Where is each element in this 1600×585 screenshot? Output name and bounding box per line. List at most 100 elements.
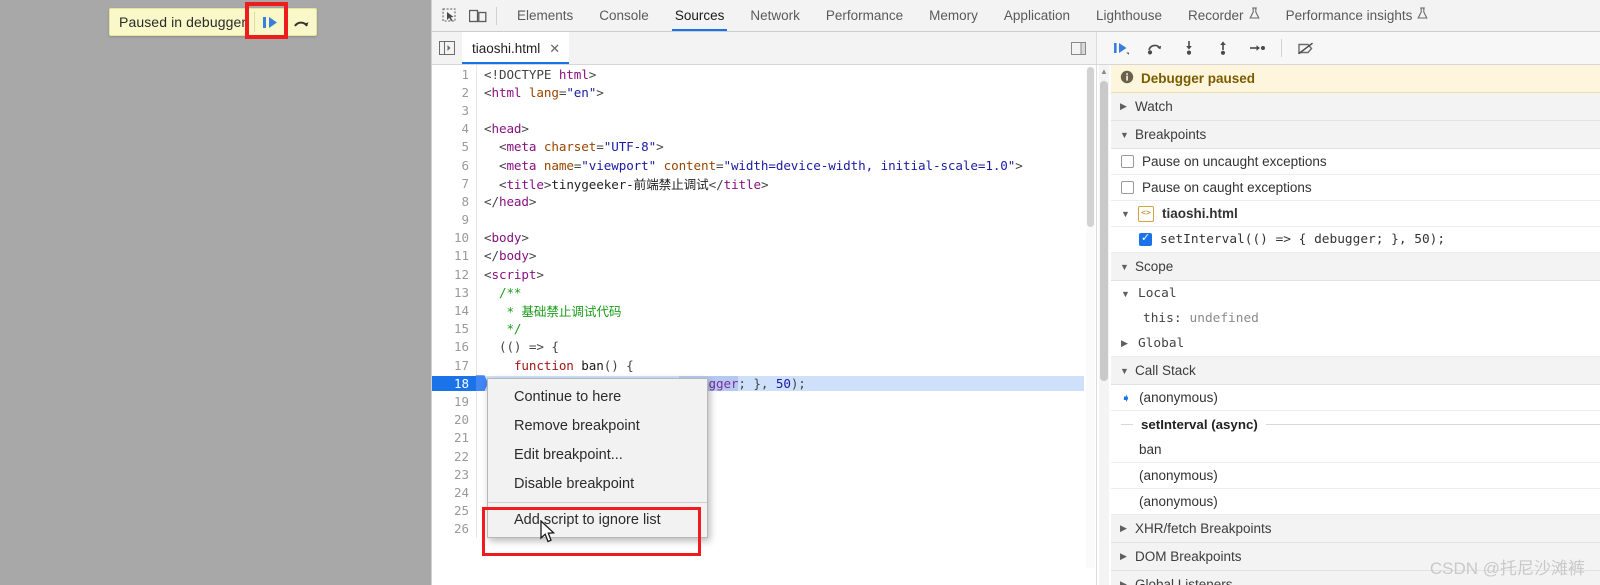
line-number[interactable]: 26 <box>432 521 476 536</box>
editor-scrollbar[interactable] <box>1086 67 1095 569</box>
pause-uncaught-checkbox[interactable] <box>1121 155 1134 168</box>
show-debugger-sidebar-icon[interactable] <box>1066 36 1090 60</box>
context-menu-item-remove-breakpoint[interactable]: Remove breakpoint <box>488 412 707 441</box>
code-line[interactable]: 4 <head> <box>432 119 1084 138</box>
tab-lighthouse[interactable]: Lighthouse <box>1083 0 1175 31</box>
code-line[interactable]: 17 function ban() { <box>432 356 1084 375</box>
section-scope[interactable]: ▼ Scope <box>1111 253 1600 281</box>
experimental-flask-icon <box>1417 0 1429 31</box>
tab-console[interactable]: Console <box>586 0 662 31</box>
tab-network[interactable]: Network <box>737 0 813 31</box>
line-number[interactable]: 2 <box>432 85 476 100</box>
file-tab-tiaoshi-html[interactable]: tiaoshi.html ✕ <box>462 32 570 64</box>
line-number[interactable]: 10 <box>432 230 476 245</box>
line-number[interactable]: 9 <box>432 212 476 227</box>
line-number[interactable]: 3 <box>432 103 476 118</box>
line-number[interactable]: 14 <box>432 303 476 318</box>
code-line[interactable]: 8 </head> <box>432 192 1084 211</box>
line-number[interactable]: 19 <box>432 394 476 409</box>
pause-on-caught-exceptions-row[interactable]: Pause on caught exceptions <box>1111 175 1600 201</box>
line-number[interactable]: 8 <box>432 194 476 209</box>
line-number[interactable]: 5 <box>432 139 476 154</box>
breakpoint-file-row[interactable]: ▼ <> tiaoshi.html <box>1111 201 1600 227</box>
editor-context-menu[interactable]: Continue to here Remove breakpoint Edit br… <box>487 378 708 538</box>
tab-sources[interactable]: Sources <box>662 0 738 31</box>
section-call-stack[interactable]: ▼ Call Stack <box>1111 357 1600 385</box>
call-stack-frame[interactable]: ➧ (anonymous) <box>1111 385 1600 411</box>
code-line[interactable]: 6 <meta name="viewport" content="width=d… <box>432 155 1084 175</box>
line-number[interactable]: 25 <box>432 503 476 518</box>
code-line[interactable]: 5 <meta charset="UTF-8"> <box>432 137 1084 156</box>
code-line[interactable]: 1 <!DOCTYPE html> <box>432 65 1084 84</box>
line-number[interactable]: 22 <box>432 449 476 464</box>
tab-elements[interactable]: Elements <box>504 0 586 31</box>
context-menu-item-disable-breakpoint[interactable]: Disable breakpoint <box>488 470 707 499</box>
code-line[interactable]: 14 * 基础禁止调试代码 <box>432 301 1084 320</box>
deactivate-breakpoints-button[interactable] <box>1292 35 1320 61</box>
pause-caught-checkbox[interactable] <box>1121 181 1134 194</box>
code-line[interactable]: 16 (() => { <box>432 337 1084 356</box>
line-number[interactable]: 13 <box>432 285 476 300</box>
tab-performance[interactable]: Performance <box>813 0 916 31</box>
code-line[interactable]: 3 <box>432 101 1084 120</box>
step-out-of-current-function-button[interactable] <box>1209 35 1237 61</box>
line-number[interactable]: 6 <box>432 158 476 173</box>
tab-recorder[interactable]: Recorder <box>1175 0 1273 31</box>
step-into-next-function-call-button[interactable] <box>1175 35 1203 61</box>
breakpoint-entry-row[interactable]: setInterval(() => { debugger; }, 50); <box>1111 227 1600 253</box>
breakpoint-enabled-checkbox[interactable] <box>1139 232 1152 246</box>
line-number[interactable]: 1 <box>432 67 476 82</box>
code-line[interactable]: 7 <title>tinygeeker-前端禁止调试</title> <box>432 174 1084 193</box>
code-editor[interactable]: 1 <!DOCTYPE html> 2 <html lang="en"> 3 4 <head… <box>432 65 1097 585</box>
scrollbar-thumb[interactable] <box>1087 67 1094 227</box>
section-xhr-fetch-breakpoints[interactable]: ▶ XHR/fetch Breakpoints <box>1111 515 1600 543</box>
menu-divider <box>488 502 707 503</box>
close-icon[interactable]: ✕ <box>549 42 560 55</box>
call-stack-frame[interactable]: (anonymous) <box>1111 463 1600 489</box>
step-button[interactable] <box>1243 35 1271 61</box>
context-menu-item-add-script-to-ignore-list[interactable]: Add script to ignore list <box>488 506 707 535</box>
code-line[interactable]: 9 <box>432 210 1084 229</box>
line-number[interactable]: 18 <box>432 375 476 391</box>
inspect-element-icon[interactable] <box>436 3 464 29</box>
code-line[interactable]: 12 <script> <box>432 265 1084 284</box>
line-number[interactable]: 12 <box>432 267 476 282</box>
resume-icon[interactable] <box>255 9 285 35</box>
line-number[interactable]: 11 <box>432 248 476 263</box>
code-line[interactable]: 13 /** <box>432 283 1084 302</box>
line-number[interactable]: 20 <box>432 412 476 427</box>
line-number[interactable]: 17 <box>432 358 476 373</box>
step-over-next-function-call-button[interactable] <box>1141 35 1169 61</box>
resume-script-execution-button[interactable] <box>1107 35 1135 61</box>
code-line[interactable]: 10 <body> <box>432 228 1084 247</box>
line-number[interactable]: 24 <box>432 485 476 500</box>
sidebar-scrollbar[interactable]: ▲ <box>1099 65 1109 585</box>
line-number[interactable]: 23 <box>432 467 476 482</box>
tab-performance-insights[interactable]: Performance insights <box>1273 0 1442 31</box>
device-toolbar-icon[interactable] <box>464 3 492 29</box>
section-watch[interactable]: ▶ Watch <box>1111 93 1600 121</box>
show-navigator-icon[interactable] <box>432 32 462 64</box>
tab-memory[interactable]: Memory <box>916 0 991 31</box>
step-over-icon[interactable] <box>286 9 316 35</box>
code-line[interactable]: 11 </body> <box>432 246 1084 266</box>
tab-application[interactable]: Application <box>991 0 1083 31</box>
line-number[interactable]: 15 <box>432 321 476 336</box>
scrollbar-thumb[interactable] <box>1100 81 1108 381</box>
call-stack-frame[interactable]: ban <box>1111 437 1600 463</box>
context-menu-item-edit-breakpoint[interactable]: Edit breakpoint... <box>488 441 707 470</box>
line-number[interactable]: 4 <box>432 121 476 136</box>
code-line[interactable]: 2 <html lang="en"> <box>432 83 1084 102</box>
call-stack-frame[interactable]: (anonymous) <box>1111 489 1600 515</box>
scope-global-row[interactable]: ▶ Global <box>1111 331 1600 357</box>
line-number[interactable]: 7 <box>432 176 476 191</box>
context-menu-item-continue-to-here[interactable]: Continue to here <box>488 383 707 412</box>
scroll-up-icon[interactable]: ▲ <box>1100 67 1108 77</box>
line-number[interactable]: 16 <box>432 339 476 354</box>
line-number[interactable]: 21 <box>432 430 476 445</box>
pause-on-uncaught-exceptions-row[interactable]: Pause on uncaught exceptions <box>1111 149 1600 175</box>
divider <box>1281 39 1282 57</box>
scope-local-row[interactable]: ▼ Local <box>1111 281 1600 306</box>
code-line[interactable]: 15 */ <box>432 319 1084 338</box>
section-breakpoints[interactable]: ▼ Breakpoints <box>1111 121 1600 149</box>
